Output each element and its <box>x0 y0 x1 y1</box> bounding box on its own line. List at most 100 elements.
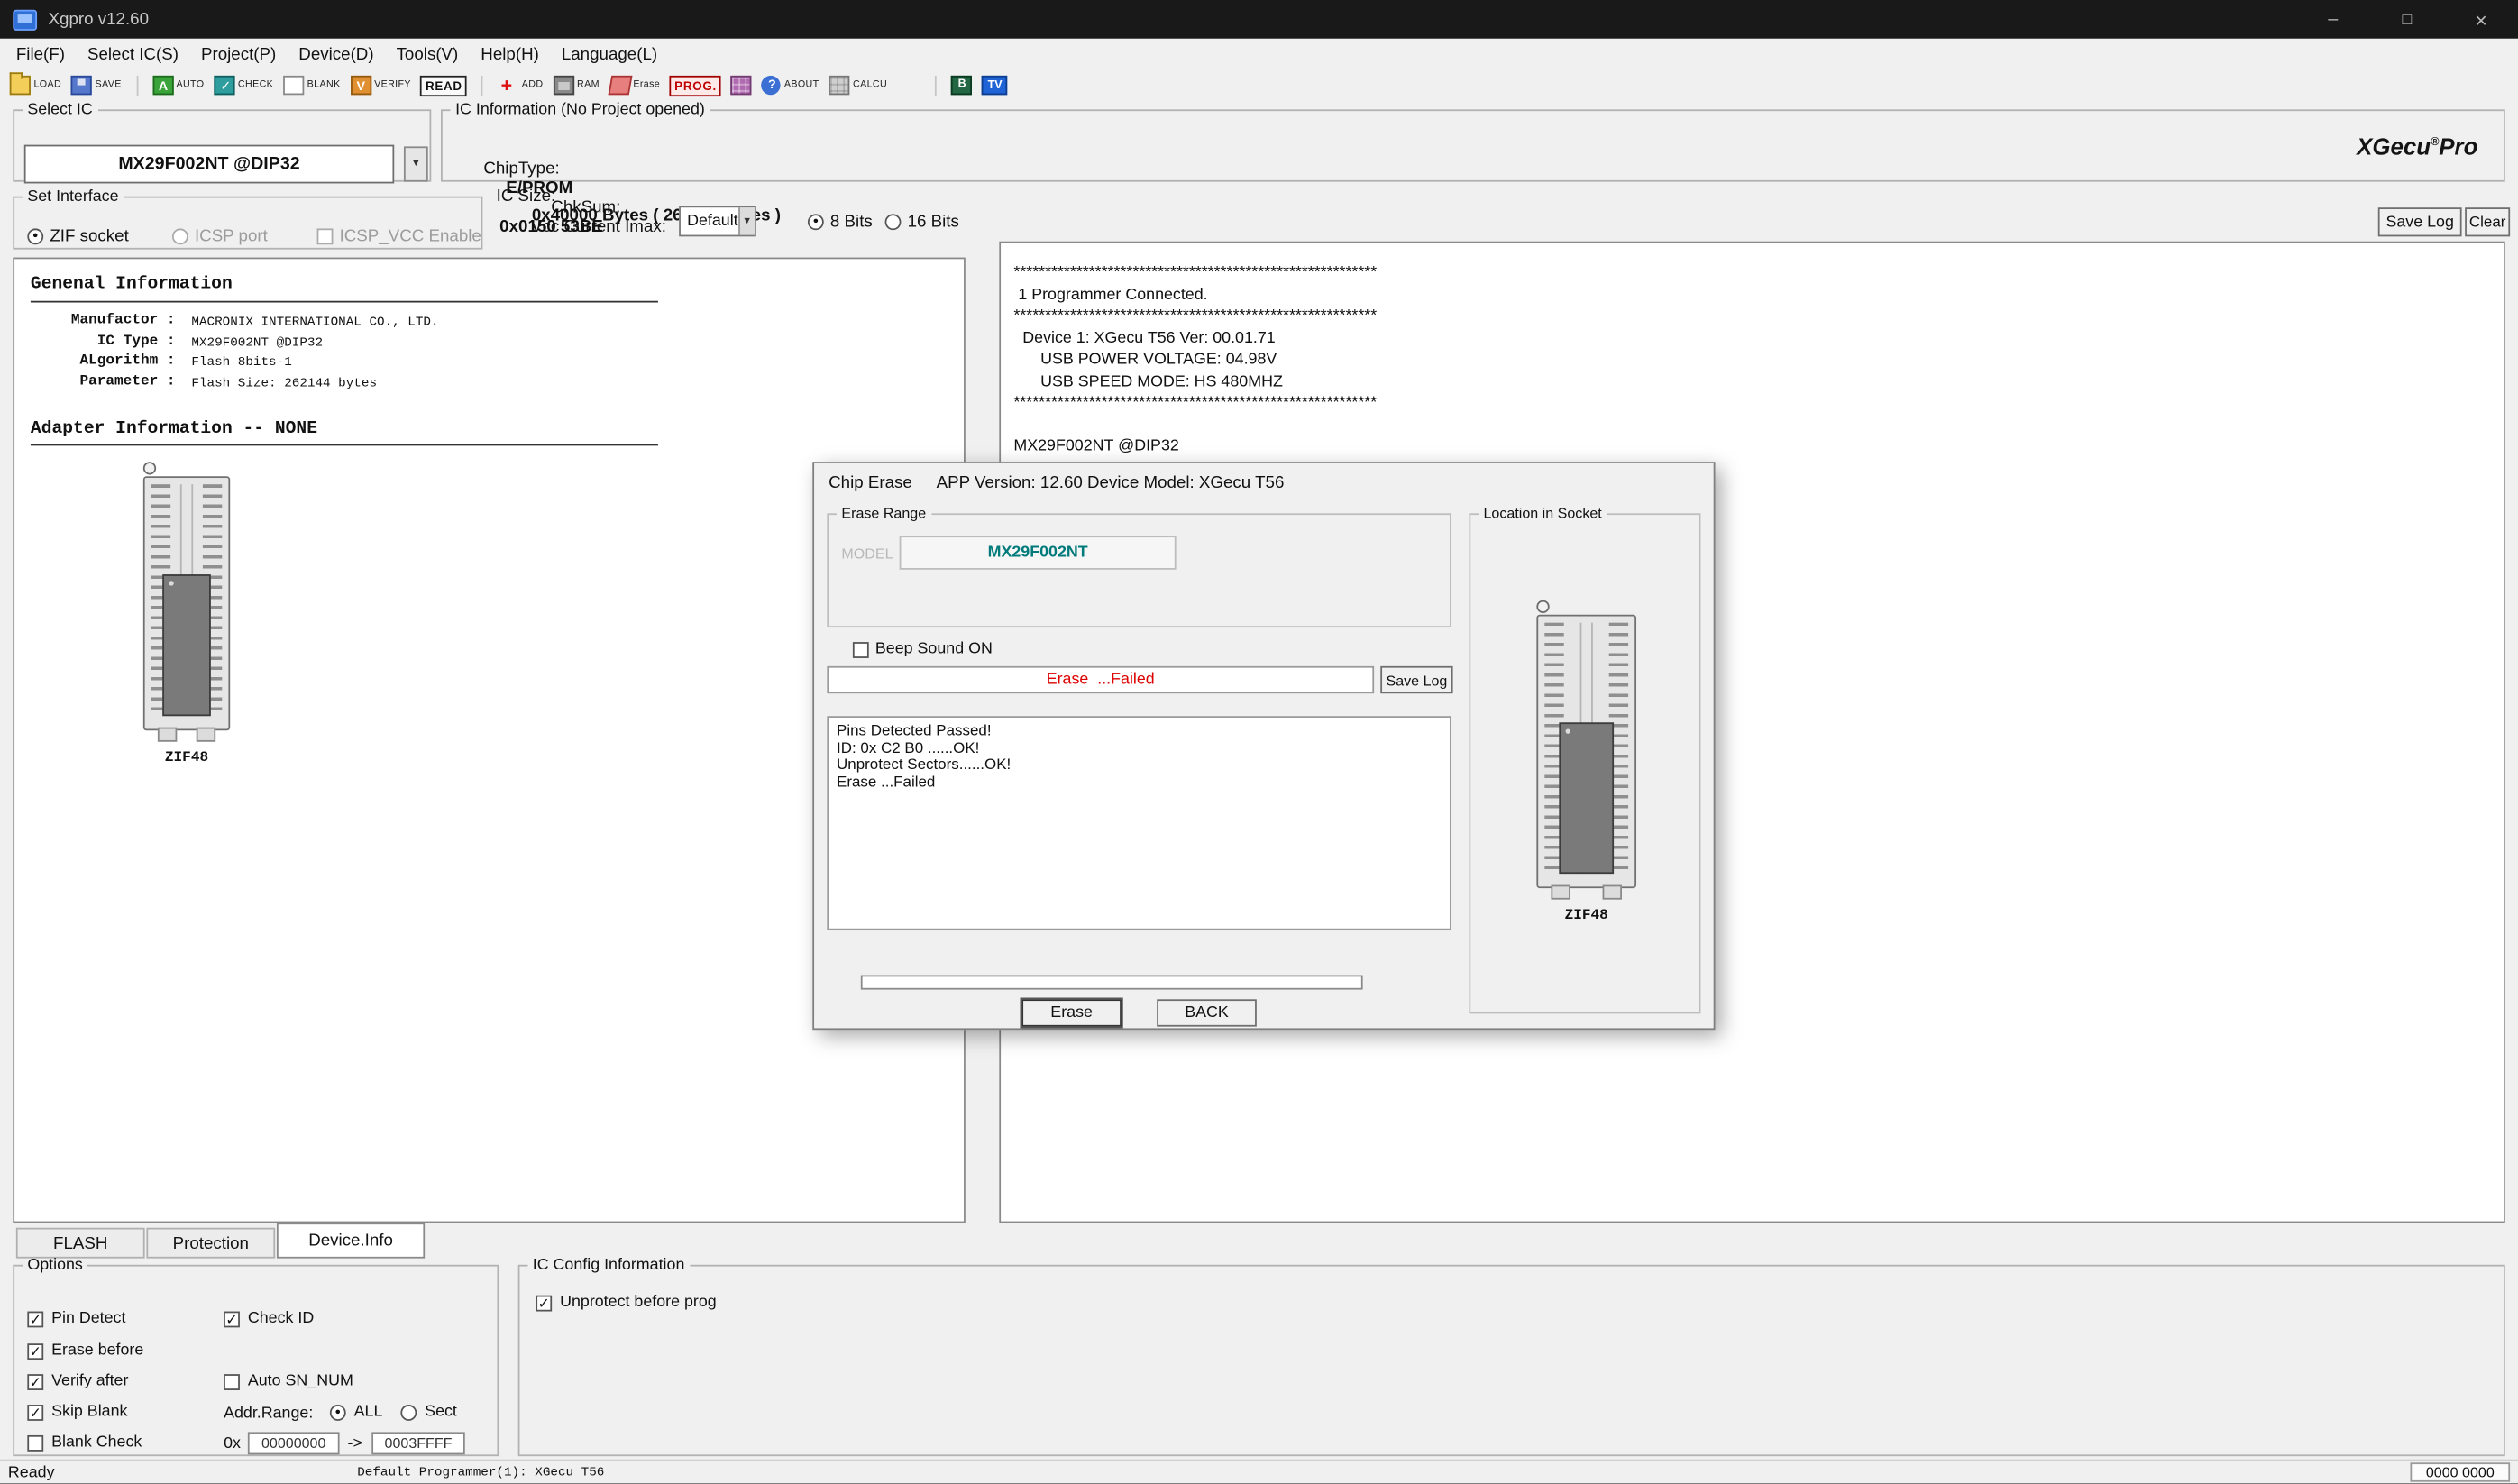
unprotect-before-prog-checkbox[interactable]: ✓ Unprotect before prog <box>536 1294 716 1312</box>
divider <box>31 301 658 303</box>
vcc-current-label: Vcc Current Imax: <box>531 217 666 236</box>
tab-protection[interactable]: Protection <box>146 1228 275 1259</box>
tab-flash[interactable]: FLASH <box>16 1228 145 1259</box>
toolbar-button-ram[interactable]: RAM <box>553 76 600 95</box>
bits16-radio[interactable]: 16 Bits <box>885 213 959 232</box>
icsize-label: IC Size: <box>497 187 556 206</box>
dialog-socket-figure: ZIF48 <box>1530 615 1643 924</box>
set-interface-group: Set Interface ● ZIF socket ICSP port ICS… <box>13 188 482 250</box>
menu-file[interactable]: File(F) <box>5 44 76 63</box>
menu-language[interactable]: Language(L) <box>550 44 668 63</box>
erase-range-title: Erase Range <box>837 505 930 521</box>
socket-body <box>143 476 230 730</box>
select-ic-title: Select IC <box>23 101 97 119</box>
status-programmer: Default Programmer(1): XGecu T56 <box>357 1466 604 1480</box>
erase-range-group: Erase Range MODEL MX29F002NT <box>827 505 1451 627</box>
options-group: Options ✓ Pin Detect ✓ Check ID ✓ Erase … <box>13 1257 499 1456</box>
maximize-icon[interactable] <box>2370 0 2444 39</box>
clear-button[interactable]: Clear <box>2465 207 2510 236</box>
toolbar-button-grid[interactable] <box>731 76 752 95</box>
menu-select-ic[interactable]: Select IC(S) <box>76 44 189 63</box>
window-title: Xgpro v12.60 <box>49 10 149 29</box>
radio-mark <box>400 1404 417 1420</box>
vcc-current-dropdown[interactable]: Default <box>679 206 756 236</box>
skip-blank-checkbox[interactable]: ✓ Skip Blank <box>27 1403 127 1421</box>
menu-device[interactable]: Device(D) <box>288 44 385 63</box>
info-row: Manufactor : MACRONIX INTERNATIONAL CO.,… <box>31 312 439 332</box>
menu-help[interactable]: Help(H) <box>470 44 551 63</box>
back-button[interactable]: BACK <box>1157 999 1257 1026</box>
checkbox-mark: ✓ <box>224 1311 240 1327</box>
toolbar-button-blank[interactable]: BLANK <box>283 76 341 95</box>
save-log-button[interactable]: Save Log <box>2378 207 2462 236</box>
checkbox-mark <box>317 228 334 244</box>
addr-range-sect-radio[interactable]: Sect <box>400 1403 456 1421</box>
check-id-checkbox[interactable]: ✓ Check ID <box>224 1310 314 1328</box>
bits8-radio[interactable]: ● 8 Bits <box>808 213 873 232</box>
toolbar: LOAD SAVE AUTO CHECK BLANK VERIFY READ <box>0 69 2518 102</box>
toolbar-button-check[interactable]: CHECK <box>214 76 273 95</box>
toolbar-button-save[interactable]: SAVE <box>71 76 122 95</box>
icsp-port-radio[interactable]: ICSP port <box>172 227 268 246</box>
pin-detect-checkbox[interactable]: ✓ Pin Detect <box>27 1310 125 1328</box>
erase-before-checkbox[interactable]: ✓ Erase before <box>27 1342 143 1360</box>
general-info-rows: Manufactor : MACRONIX INTERNATIONAL CO.,… <box>31 312 439 392</box>
addr-to-input[interactable] <box>371 1432 465 1454</box>
addr-range-all-radio[interactable]: ● ALL <box>330 1403 383 1421</box>
toolbar-button-read[interactable]: READ <box>421 75 468 96</box>
log-line <box>1013 415 2494 436</box>
addr-range-label: Addr.Range: <box>224 1405 313 1423</box>
log-line: MX29F002NT @DIP32 <box>1013 436 2494 458</box>
toolbar-button-chip-select[interactable] <box>951 76 972 95</box>
toolbar-button-auto[interactable]: AUTO <box>152 76 205 95</box>
auto-sn-checkbox[interactable]: Auto SN_NUM <box>224 1372 353 1390</box>
zif-socket-radio[interactable]: ● ZIF socket <box>27 227 128 246</box>
dialog-log-area: Pins Detected Passed! ID: 0x C2 B0 .....… <box>827 716 1451 930</box>
general-info-title: Genenal Information <box>31 275 233 294</box>
toolbar-button-verify[interactable]: VERIFY <box>350 76 411 95</box>
beep-sound-checkbox[interactable]: Beep Sound ON <box>853 640 993 658</box>
toolbar-button-load[interactable]: LOAD <box>10 76 61 95</box>
erase-status-box: Erase ...Failed <box>827 666 1374 693</box>
toolbar-button-add[interactable]: ADD <box>498 76 543 95</box>
chip-select-icon <box>951 76 972 95</box>
toolbar-button-calcu[interactable]: CALCU <box>829 76 887 95</box>
zif48-socket <box>143 476 230 730</box>
dialog-save-log-button[interactable]: Save Log <box>1380 666 1452 693</box>
radio-mark <box>885 214 902 230</box>
erase-button[interactable]: Erase <box>1021 999 1122 1026</box>
close-icon[interactable] <box>2444 0 2518 39</box>
grid-icon <box>731 76 752 95</box>
tab-device-info[interactable]: Device.Info <box>277 1223 425 1258</box>
question-icon <box>762 76 781 95</box>
checkbox-mark <box>27 1434 43 1451</box>
toolbar-button-erase[interactable]: Erase <box>609 76 661 95</box>
dialog-log-line: Pins Detected Passed! <box>837 724 1442 741</box>
selected-ic-field[interactable]: MX29F002NT @DIP32 <box>24 145 394 184</box>
toolbar-separator <box>481 75 483 96</box>
dialog-subtitle: APP Version: 12.60 Device Model: XGecu T… <box>937 473 1285 492</box>
erase-progress-bar <box>861 976 1363 990</box>
toolbar-button-tv[interactable]: TV <box>982 76 1008 95</box>
ic-dropdown-button[interactable] <box>404 146 428 181</box>
verify-after-checkbox[interactable]: ✓ Verify after <box>27 1372 128 1390</box>
menu-project[interactable]: Project(P) <box>189 44 287 63</box>
icsp-vcc-checkbox[interactable]: ICSP_VCC Enable <box>317 227 481 246</box>
statusbar: Ready Default Programmer(1): XGecu T56 0… <box>0 1460 2518 1484</box>
radio-mark: ● <box>330 1404 346 1420</box>
socket-lever-icon <box>143 462 156 474</box>
toolbar-button-about[interactable]: ABOUT <box>762 76 819 95</box>
ic-info-group: IC Information (No Project opened) ChipT… <box>441 101 2505 181</box>
log-line: USB POWER VOLTAGE: 04.98V <box>1013 349 2494 371</box>
toolbar-button-prog[interactable]: PROG. <box>670 75 721 96</box>
minimize-icon[interactable] <box>2296 0 2370 39</box>
check-ic-icon <box>214 76 234 95</box>
blank-check-checkbox[interactable]: Blank Check <box>27 1434 142 1452</box>
menu-tools[interactable]: Tools(V) <box>385 44 470 63</box>
chip-erase-dialog: Chip Erase APP Version: 12.60 Device Mod… <box>812 462 1715 1030</box>
read-badge: READ <box>421 75 468 96</box>
radio-mark: ● <box>27 228 43 244</box>
info-row: IC Type : MX29F002NT @DIP32 <box>31 333 439 353</box>
checkbox-mark: ✓ <box>27 1342 43 1359</box>
addr-from-input[interactable] <box>248 1432 340 1454</box>
